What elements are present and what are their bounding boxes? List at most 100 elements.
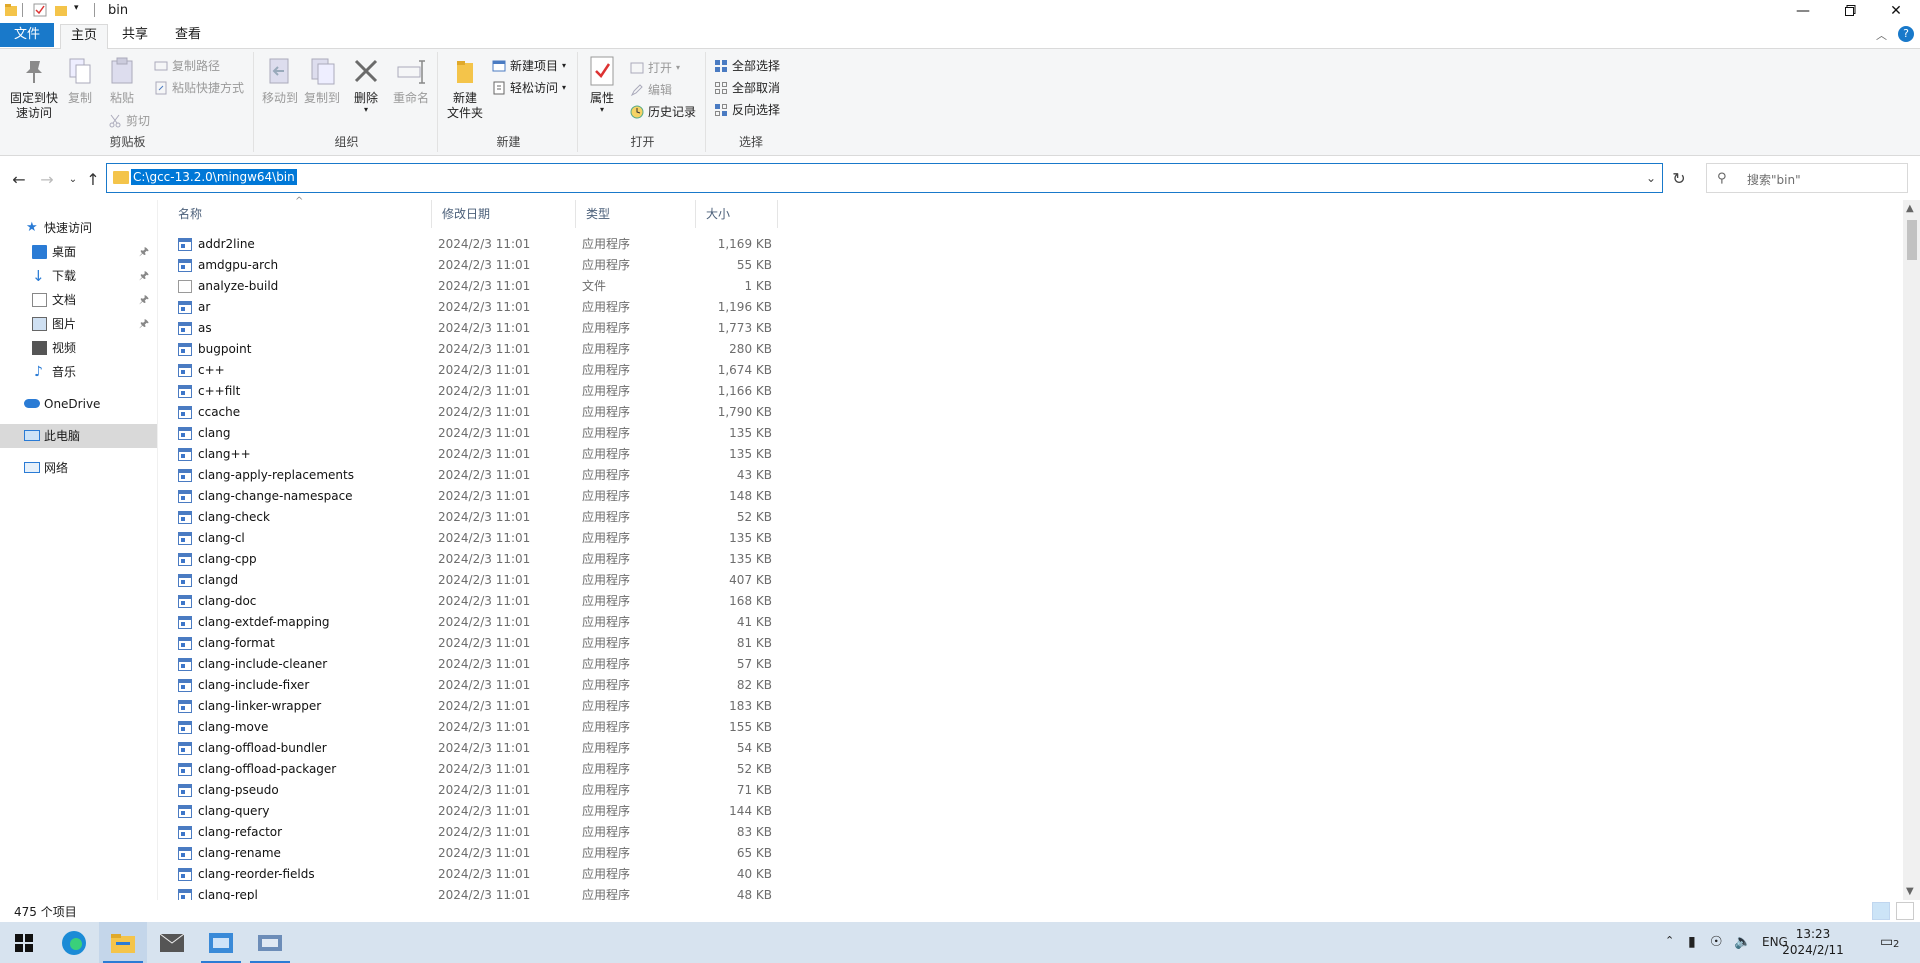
nav-item-pictures[interactable]: 图片 🖈 bbox=[0, 312, 157, 336]
file-row[interactable]: clang-doc 2024/2/3 11:01 应用程序 168 KB bbox=[176, 591, 776, 612]
recent-locations-icon[interactable]: ⌄ bbox=[62, 168, 84, 190]
file-row[interactable]: clang-linker-wrapper 2024/2/3 11:01 应用程序 18… bbox=[176, 696, 776, 717]
copy-to-button[interactable]: 复制到 bbox=[302, 55, 342, 106]
tab-file[interactable]: 文件 bbox=[0, 23, 54, 47]
properties-icon[interactable] bbox=[33, 3, 47, 17]
address-path[interactable]: C:\gcc-13.2.0\mingw64\bin bbox=[131, 169, 297, 185]
chevron-down-icon[interactable]: ⌄ bbox=[1646, 171, 1656, 185]
start-button[interactable] bbox=[0, 922, 48, 963]
nav-item-desktop[interactable]: 桌面 🖈 bbox=[0, 240, 157, 264]
forward-arrow-icon[interactable]: → bbox=[36, 168, 58, 190]
minimize-button[interactable]: — bbox=[1780, 0, 1826, 21]
invert-selection-button[interactable]: 反向选择 bbox=[714, 100, 780, 120]
tab-view[interactable]: 查看 bbox=[165, 24, 211, 48]
nav-network[interactable]: 网络 bbox=[0, 456, 157, 480]
battery-icon[interactable]: ▮ bbox=[1688, 934, 1696, 950]
column-type[interactable]: 类型 bbox=[576, 200, 696, 228]
file-row[interactable]: clang-offload-bundler 2024/2/3 11:01 应用程序 5… bbox=[176, 738, 776, 759]
column-size[interactable]: 大小 bbox=[696, 200, 778, 228]
file-row[interactable]: analyze-build 2024/2/3 11:01 文件 1 KB bbox=[176, 276, 776, 297]
delete-button[interactable]: 删除 ▾ bbox=[348, 55, 384, 114]
system-properties-icon[interactable] bbox=[246, 922, 294, 963]
rename-button[interactable]: 重命名 bbox=[390, 55, 432, 106]
file-row[interactable]: clang-reorder-fields 2024/2/3 11:01 应用程序 40… bbox=[176, 864, 776, 885]
tab-home[interactable]: 主页 bbox=[60, 24, 109, 50]
copy-button[interactable]: 复制 bbox=[62, 55, 98, 106]
cut-button[interactable]: 剪切 bbox=[108, 111, 150, 131]
scroll-down-icon[interactable]: ▼ bbox=[1906, 886, 1914, 897]
file-row[interactable]: clang-move 2024/2/3 11:01 应用程序 155 KB bbox=[176, 717, 776, 738]
file-row[interactable]: clang-extdef-mapping 2024/2/3 11:01 应用程序 41… bbox=[176, 612, 776, 633]
network-status-icon[interactable]: ☉ bbox=[1710, 934, 1723, 950]
close-button[interactable]: ✕ bbox=[1873, 0, 1919, 21]
restore-button[interactable] bbox=[1827, 0, 1873, 21]
collapse-ribbon-icon[interactable]: ︿ bbox=[1876, 27, 1887, 43]
search-box[interactable]: ⚲ 搜索"bin" bbox=[1706, 163, 1908, 193]
file-row[interactable]: as 2024/2/3 11:01 应用程序 1,773 KB bbox=[176, 318, 776, 339]
control-panel-icon[interactable] bbox=[197, 922, 245, 963]
clock[interactable]: 13:23 2024/2/11 bbox=[1776, 926, 1850, 958]
file-row[interactable]: clangd 2024/2/3 11:01 应用程序 407 KB bbox=[176, 570, 776, 591]
nav-item-music[interactable]: ♪ 音乐 bbox=[0, 360, 157, 384]
open-button[interactable]: 打开 ▾ bbox=[630, 58, 680, 78]
edit-button[interactable]: 编辑 bbox=[630, 80, 672, 100]
edge-icon[interactable] bbox=[50, 922, 98, 963]
pane-divider[interactable] bbox=[157, 200, 158, 900]
file-row[interactable]: clang-include-cleaner 2024/2/3 11:01 应用程序 5… bbox=[176, 654, 776, 675]
nav-quick-access[interactable]: ★ 快速访问 bbox=[0, 216, 157, 240]
file-row[interactable]: clang-check 2024/2/3 11:01 应用程序 52 KB bbox=[176, 507, 776, 528]
mail-icon[interactable] bbox=[148, 922, 196, 963]
file-row[interactable]: ar 2024/2/3 11:01 应用程序 1,196 KB bbox=[176, 297, 776, 318]
paste-button[interactable]: 粘贴 bbox=[104, 55, 140, 106]
paste-shortcut-button[interactable]: 粘贴快捷方式 bbox=[154, 78, 244, 98]
volume-muted-icon[interactable]: 🔈 bbox=[1734, 934, 1751, 950]
file-row[interactable]: clang-rename 2024/2/3 11:01 应用程序 65 KB bbox=[176, 843, 776, 864]
copy-path-button[interactable]: 复制路径 bbox=[154, 56, 220, 76]
nav-this-pc[interactable]: 此电脑 bbox=[0, 424, 157, 448]
select-none-button[interactable]: 全部取消 bbox=[714, 78, 780, 98]
nav-onedrive[interactable]: OneDrive bbox=[0, 392, 157, 416]
column-name[interactable]: 名称 bbox=[168, 200, 432, 228]
file-row[interactable]: clang-apply-replacements 2024/2/3 11:01 应用… bbox=[176, 465, 776, 486]
file-row[interactable]: ccache 2024/2/3 11:01 应用程序 1,790 KB bbox=[176, 402, 776, 423]
help-icon[interactable]: ? bbox=[1898, 26, 1914, 42]
column-date[interactable]: 修改日期 bbox=[432, 200, 576, 228]
nav-item-downloads[interactable]: ↓ 下载 🖈 bbox=[0, 264, 157, 288]
file-row[interactable]: clang-format 2024/2/3 11:01 应用程序 81 KB bbox=[176, 633, 776, 654]
file-row[interactable]: c++ 2024/2/3 11:01 应用程序 1,674 KB bbox=[176, 360, 776, 381]
history-button[interactable]: 历史记录 bbox=[630, 102, 696, 122]
address-bar[interactable]: C:\gcc-13.2.0\mingw64\bin ⌄ bbox=[106, 163, 1663, 193]
scroll-up-icon[interactable]: ▲ bbox=[1906, 203, 1914, 214]
file-row[interactable]: bugpoint 2024/2/3 11:01 应用程序 280 KB bbox=[176, 339, 776, 360]
file-explorer-icon[interactable] bbox=[99, 922, 147, 963]
file-row[interactable]: amdgpu-arch 2024/2/3 11:01 应用程序 55 KB bbox=[176, 255, 776, 276]
nav-item-documents[interactable]: 文档 🖈 bbox=[0, 288, 157, 312]
file-row[interactable]: clang-change-namespace 2024/2/3 11:01 应用程序… bbox=[176, 486, 776, 507]
pin-to-quick-access-button[interactable]: 固定到快 速访问 bbox=[6, 55, 62, 121]
move-to-button[interactable]: 移动到 bbox=[260, 55, 300, 106]
nav-item-videos[interactable]: 视频 bbox=[0, 336, 157, 360]
details-view-icon[interactable] bbox=[1872, 902, 1890, 920]
new-folder-button[interactable]: 新建 文件夹 bbox=[444, 55, 486, 121]
file-row[interactable]: clang-offload-packager 2024/2/3 11:01 应用程序… bbox=[176, 759, 776, 780]
show-hidden-icons-icon[interactable]: ⌃ bbox=[1665, 934, 1674, 947]
up-arrow-icon[interactable]: ↑ bbox=[82, 168, 104, 190]
file-row[interactable]: clang 2024/2/3 11:01 应用程序 135 KB bbox=[176, 423, 776, 444]
file-row[interactable]: clang-cpp 2024/2/3 11:01 应用程序 135 KB bbox=[176, 549, 776, 570]
file-row[interactable]: clang++ 2024/2/3 11:01 应用程序 135 KB bbox=[176, 444, 776, 465]
file-row[interactable]: clang-cl 2024/2/3 11:01 应用程序 135 KB bbox=[176, 528, 776, 549]
file-row[interactable]: clang-refactor 2024/2/3 11:01 应用程序 83 KB bbox=[176, 822, 776, 843]
file-row[interactable]: clang-include-fixer 2024/2/3 11:01 应用程序 82 … bbox=[176, 675, 776, 696]
tab-share[interactable]: 共享 bbox=[112, 24, 158, 48]
notification-icon[interactable]: ▭ bbox=[1880, 934, 1893, 950]
select-all-button[interactable]: 全部选择 bbox=[714, 56, 780, 76]
file-row[interactable]: clang-pseudo 2024/2/3 11:01 应用程序 71 KB bbox=[176, 780, 776, 801]
new-item-button[interactable]: 新建项目 ▾ bbox=[492, 56, 566, 76]
file-row[interactable]: c++filt 2024/2/3 11:01 应用程序 1,166 KB bbox=[176, 381, 776, 402]
large-icons-view-icon[interactable] bbox=[1896, 902, 1914, 920]
customize-quick-access-icon[interactable]: ▾ bbox=[74, 3, 84, 17]
properties-button[interactable]: 属性 ▾ bbox=[586, 55, 618, 114]
vertical-scrollbar[interactable]: ▲ ▼ bbox=[1903, 200, 1920, 900]
new-folder-icon[interactable] bbox=[54, 3, 68, 17]
scrollbar-thumb[interactable] bbox=[1907, 220, 1917, 260]
